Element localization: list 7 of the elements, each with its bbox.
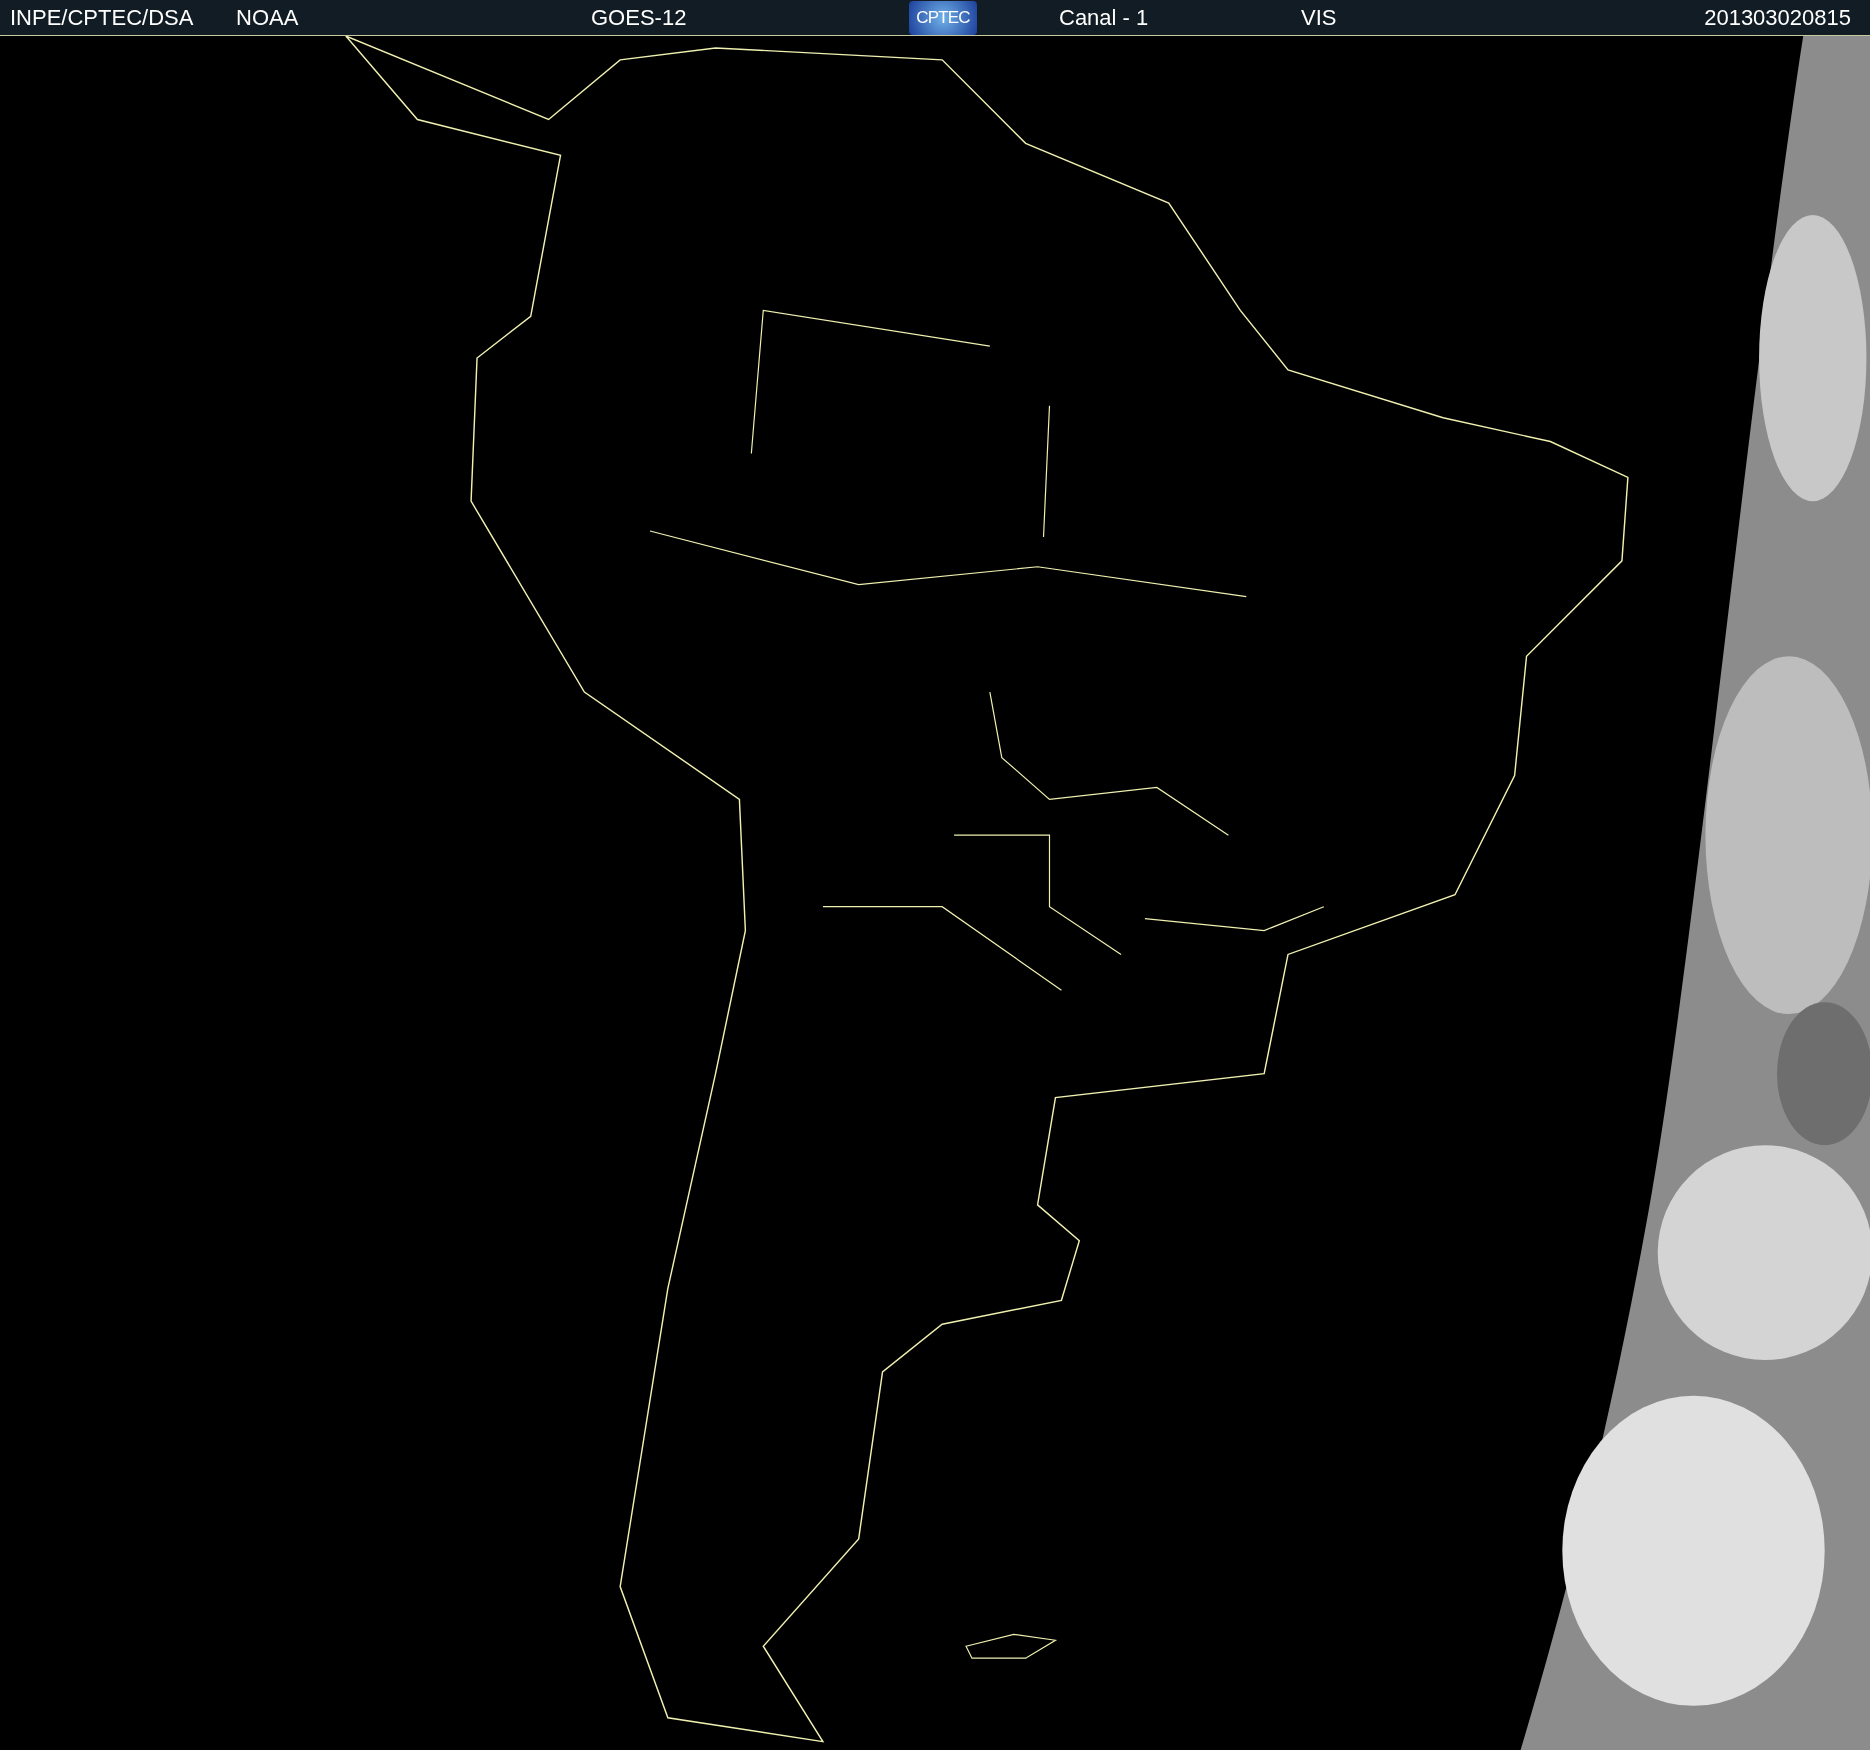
header-label: GOES-12 [591, 5, 687, 30]
header-label: VIS [1301, 5, 1337, 30]
logo: CPTEC [909, 0, 977, 35]
header-label: Canal - 1 [1059, 5, 1149, 30]
header-label: INPE/CPTEC/DSA [10, 5, 194, 30]
header-label: 201303020815 [1704, 5, 1851, 30]
header-label: NOAA [236, 5, 299, 30]
